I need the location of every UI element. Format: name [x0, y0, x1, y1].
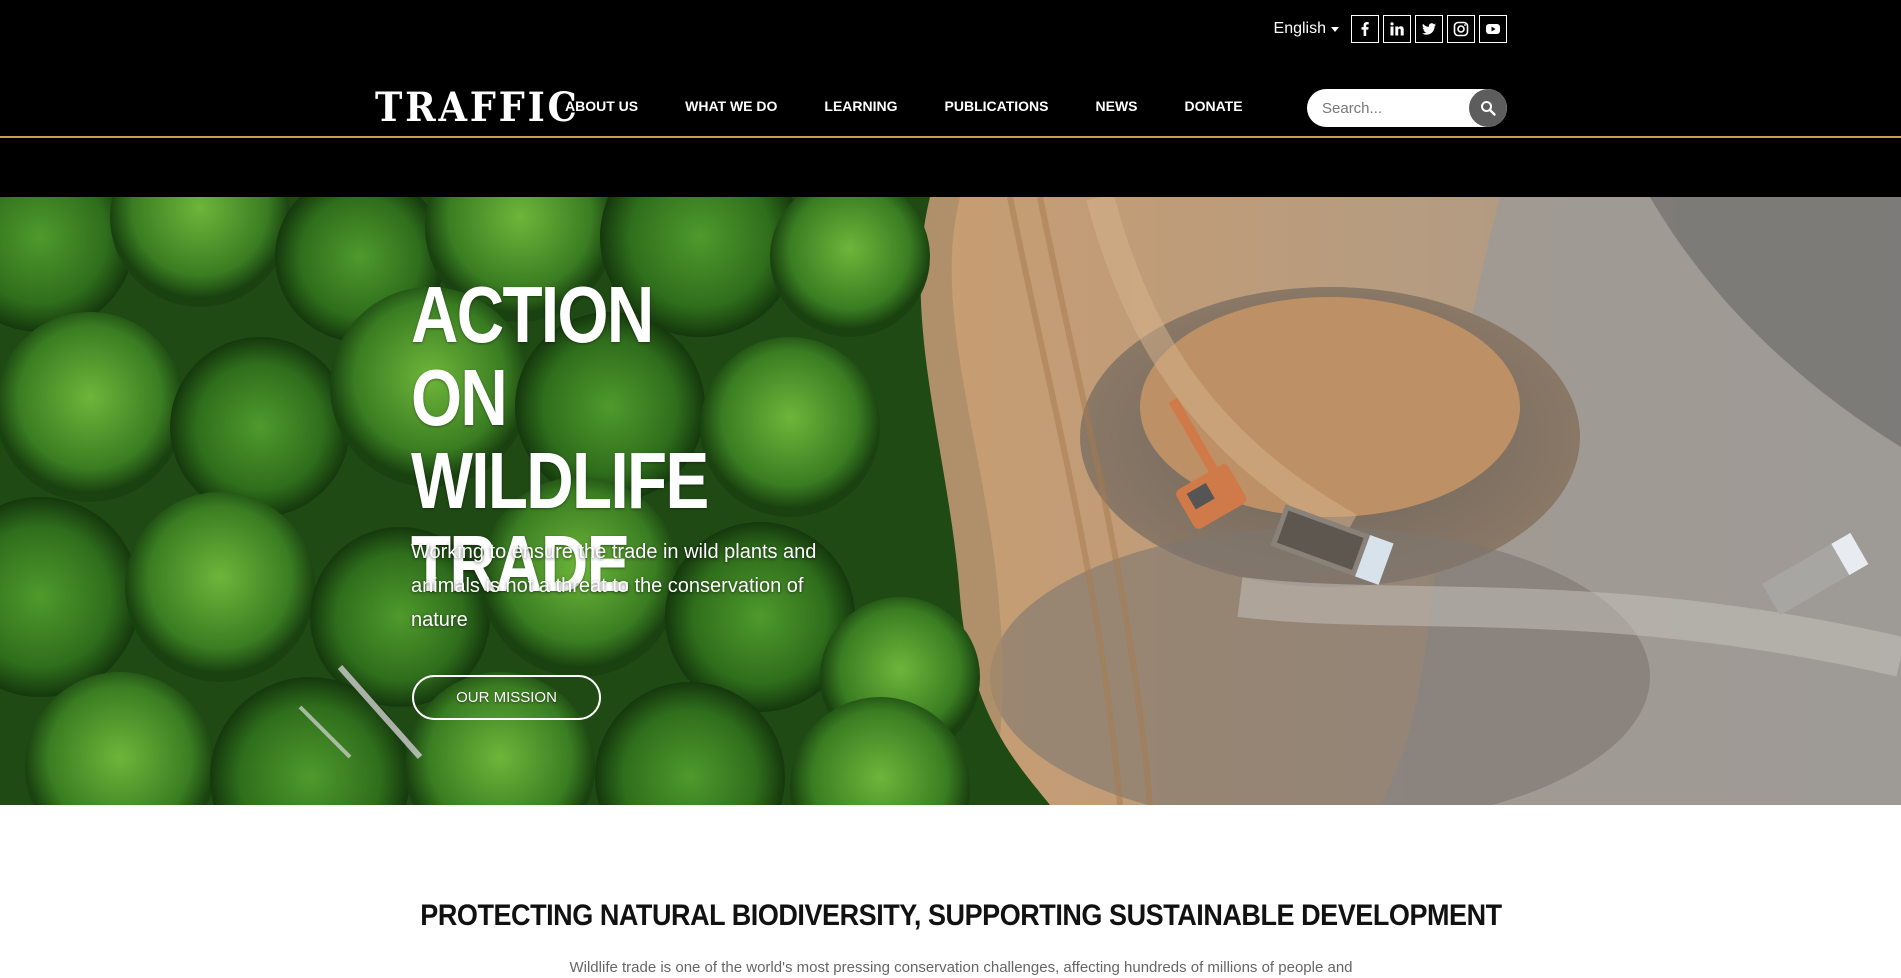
- language-selector[interactable]: English: [1274, 14, 1339, 44]
- section-intro-text: Wildlife trade is one of the world's mos…: [569, 959, 1353, 976]
- instagram-icon[interactable]: [1447, 15, 1475, 43]
- search-button[interactable]: [1469, 89, 1507, 127]
- nav-about-us[interactable]: ABOUT US: [565, 98, 638, 114]
- top-utility-bar: English: [1274, 14, 1507, 44]
- search-box: [1307, 89, 1507, 127]
- header-divider: [0, 136, 1901, 138]
- our-mission-button[interactable]: OUR MISSION: [412, 675, 601, 720]
- facebook-icon[interactable]: [1351, 15, 1379, 43]
- chevron-down-icon: [1331, 26, 1339, 32]
- section-heading: PROTECTING NATURAL BIODIVERSITY, SUPPORT…: [420, 899, 1502, 932]
- search-icon: [1481, 101, 1496, 116]
- traffic-logo[interactable]: TRAFFIC: [375, 86, 580, 130]
- nav-learning[interactable]: LEARNING: [824, 98, 897, 114]
- nav-donate[interactable]: DONATE: [1185, 98, 1243, 114]
- youtube-icon[interactable]: [1479, 15, 1507, 43]
- search-input[interactable]: [1307, 89, 1472, 127]
- hero-background-image: [0, 197, 1901, 805]
- hero-title-line: WILDLIFE: [411, 436, 709, 525]
- language-label: English: [1273, 20, 1326, 37]
- site-header: English TRAFFIC ABOUT US WHAT WE DO LEAR…: [0, 0, 1901, 197]
- hero-title-line: ACTION ON: [411, 270, 654, 442]
- linkedin-icon[interactable]: [1383, 15, 1411, 43]
- hero-banner: ACTION ON WILDLIFE TRADE Working to ensu…: [0, 197, 1901, 805]
- hero-subtitle: Working to ensure the trade in wild plan…: [411, 541, 817, 631]
- main-nav: ABOUT US WHAT WE DO LEARNING PUBLICATION…: [565, 98, 1290, 114]
- nav-news[interactable]: NEWS: [1096, 98, 1138, 114]
- nav-publications[interactable]: PUBLICATIONS: [945, 98, 1049, 114]
- twitter-icon[interactable]: [1415, 15, 1443, 43]
- nav-what-we-do[interactable]: WHAT WE DO: [685, 98, 777, 114]
